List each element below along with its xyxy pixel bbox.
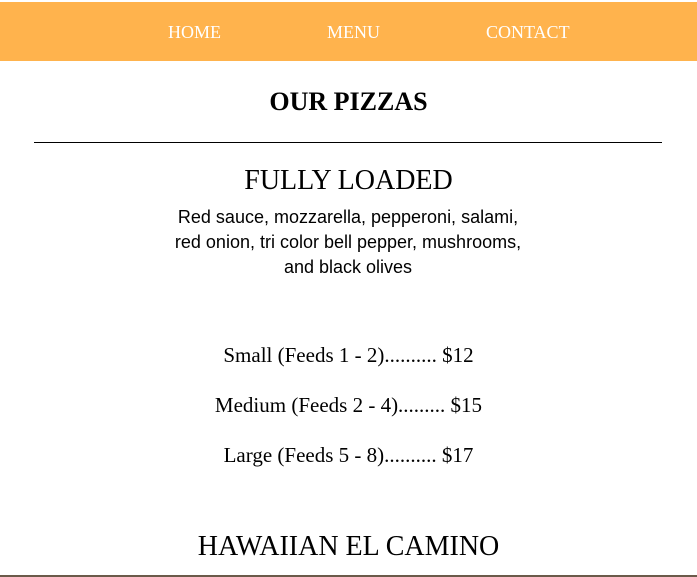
pizza-name-hawaiian-el-camino: HAWAIIAN EL CAMINO xyxy=(197,531,500,562)
pizza-name-fully-loaded: FULLY LOADED xyxy=(244,165,453,196)
description-line: red onion, tri color bell pepper, mushro… xyxy=(174,232,522,252)
description-line: Red sauce, mozzarella, pepperoni, salami… xyxy=(177,207,519,227)
price-large: Large (Feeds 5 - 8).......... $17 xyxy=(223,443,474,467)
page-title: OUR PIZZAS xyxy=(269,87,428,116)
description-line: and black olives xyxy=(283,257,413,277)
price-medium: Medium (Feeds 2 - 4)......... $15 xyxy=(214,393,483,417)
nav-link-menu[interactable]: MENU xyxy=(327,22,380,43)
price-small: Small (Feeds 1 - 2).......... $12 xyxy=(223,343,474,367)
nav-link-contact[interactable]: CONTACT xyxy=(486,22,570,43)
nav-link-home[interactable]: HOME xyxy=(168,22,221,43)
top-nav-bar: HOME MENU CONTACT xyxy=(0,2,697,61)
pizza-description: Red sauce, mozzarella, pepperoni, salami… xyxy=(160,205,536,280)
section-divider xyxy=(34,142,662,143)
